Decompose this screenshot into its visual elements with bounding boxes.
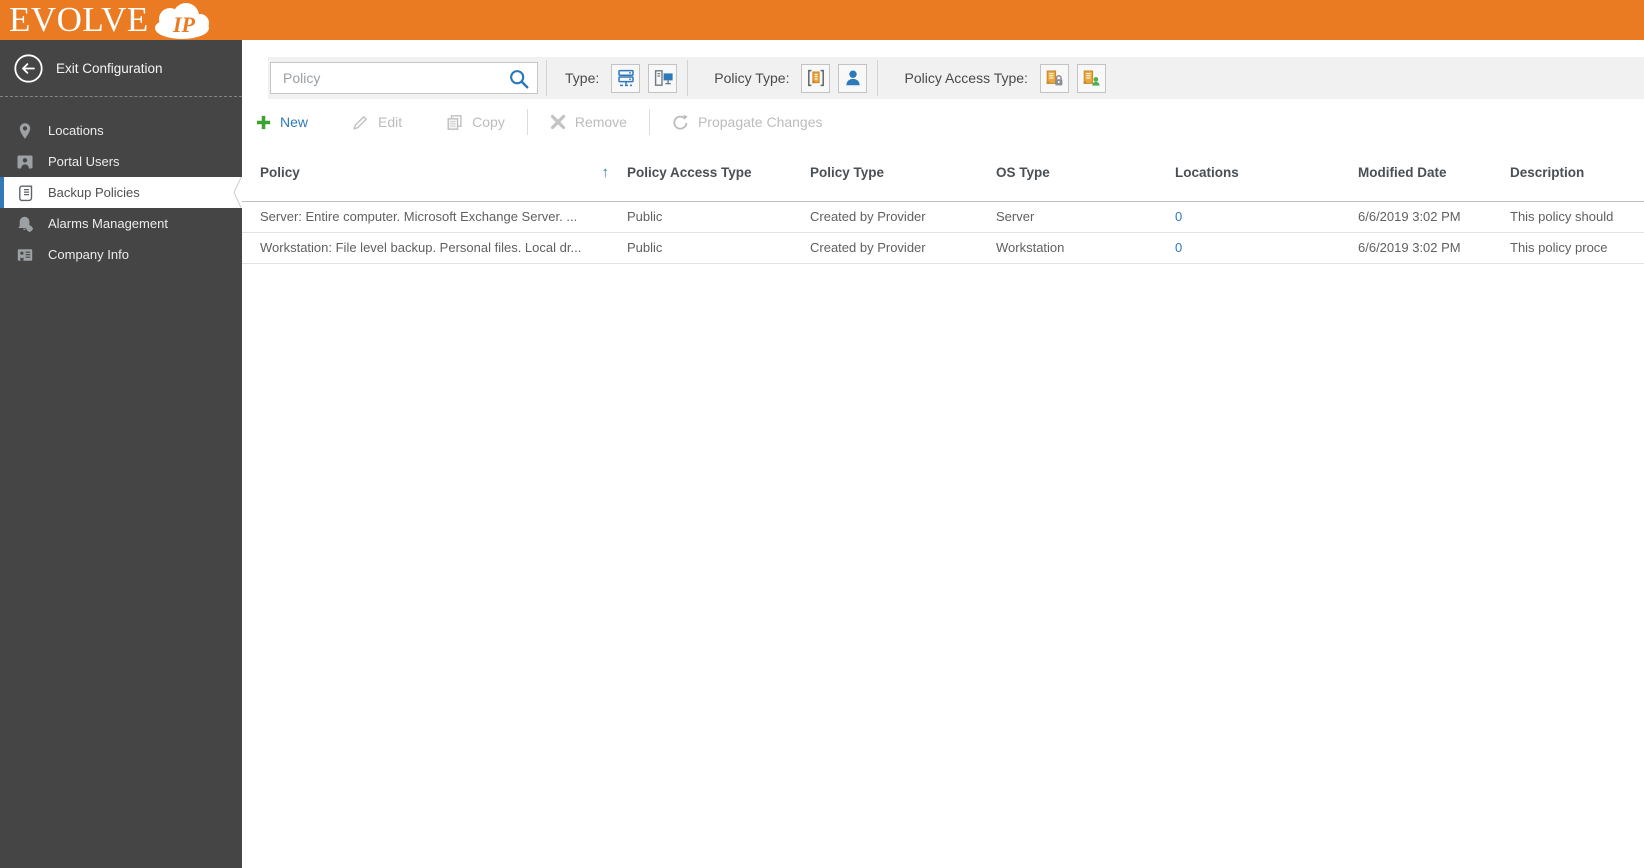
toolbar-divider — [648, 109, 650, 135]
locations-cell: 0 — [1175, 201, 1358, 233]
column-header-label: Policy Type — [810, 165, 885, 181]
cloud-ip-icon: IP — [154, 3, 209, 39]
column-header-label: Modified Date — [1358, 165, 1447, 181]
filter-group-policy-access-type: Policy Access Type: — [904, 63, 1106, 93]
policy-type-cell: Created by Provider — [810, 201, 996, 233]
sidebar-item-label: Locations — [48, 123, 104, 138]
locations-count-link[interactable]: 0 — [1175, 240, 1182, 255]
policy-type-cell: Created by Provider — [810, 232, 996, 264]
policy-type-filter-label: Policy Type: — [714, 70, 790, 86]
search-input[interactable] — [271, 63, 537, 93]
propagate-changes-button-label: Propagate Changes — [697, 114, 823, 130]
modified-date-cell: 6/6/2019 3:02 PM — [1358, 201, 1510, 233]
description-cell: This policy should — [1510, 201, 1644, 233]
policy-access-type-filter-label: Policy Access Type: — [904, 70, 1028, 86]
location-pin-icon — [16, 122, 34, 140]
modified-date-cell: 6/6/2019 3:02 PM — [1358, 232, 1510, 264]
filter-group-policy-type: Policy Type: — [714, 63, 868, 93]
copy-button-label: Copy — [472, 114, 505, 130]
sidebar-item-locations[interactable]: Locations — [0, 115, 242, 146]
sidebar-item-portal-users[interactable]: Portal Users — [0, 146, 242, 177]
refresh-icon — [673, 114, 688, 130]
policy-access-type-cell: Public — [627, 201, 810, 233]
x-icon — [550, 114, 565, 130]
column-header-locations[interactable]: Locations — [1175, 145, 1358, 202]
sidebar-item-label: Portal Users — [48, 154, 120, 169]
filter-bar: Type: — [268, 57, 1644, 99]
workstation-type-icon[interactable] — [648, 63, 678, 93]
svg-text:IP: IP — [172, 12, 196, 37]
actions-toolbar: New Edit Copy Remove Propagate Changes — [242, 99, 1644, 145]
sidebar-nav: Locations Portal Users Backup Policies A… — [0, 97, 242, 270]
table-header-row: Policy ↑ Policy Access Type Policy Type … — [242, 145, 1644, 202]
plus-icon — [256, 115, 271, 129]
column-header-label: Locations — [1175, 165, 1239, 181]
edit-button[interactable]: Edit — [344, 110, 410, 135]
column-header-os-type[interactable]: OS Type — [996, 145, 1175, 202]
sidebar-item-alarms-management[interactable]: Alarms Management — [0, 208, 242, 239]
evolve-ip-logo: EVOLVE IP — [9, 0, 215, 41]
policy-scroll-icon — [16, 184, 34, 202]
search-icon[interactable] — [507, 67, 531, 91]
new-button[interactable]: New — [248, 110, 316, 134]
private-policy-lock-icon[interactable] — [1039, 63, 1069, 93]
sidebar-item-company-info[interactable]: Company Info — [0, 239, 242, 270]
sidebar-item-label: Alarms Management — [48, 216, 168, 231]
column-header-description[interactable]: Description — [1510, 145, 1644, 202]
new-button-label: New — [280, 114, 309, 130]
exit-configuration-button[interactable]: Exit Configuration — [0, 40, 242, 97]
type-filter-label: Type: — [565, 70, 600, 86]
sidebar: Exit Configuration Locations Portal User… — [0, 40, 242, 868]
alarm-bell-gear-icon — [16, 215, 34, 233]
locations-count-link[interactable]: 0 — [1175, 209, 1182, 224]
table-row[interactable]: Server: Entire computer. Microsoft Excha… — [242, 201, 1644, 233]
remove-button[interactable]: Remove — [542, 110, 635, 134]
provider-policy-icon[interactable] — [801, 63, 831, 93]
os-type-cell: Workstation — [996, 232, 1175, 264]
portal-user-icon — [16, 153, 34, 171]
locations-cell: 0 — [1175, 232, 1358, 264]
copy-button[interactable]: Copy — [438, 110, 513, 135]
policy-cell: Server: Entire computer. Microsoft Excha… — [242, 201, 627, 233]
back-arrow-circle-icon — [14, 53, 43, 83]
column-header-label: Policy Access Type — [627, 165, 752, 181]
company-info-icon — [16, 246, 34, 264]
propagate-changes-button[interactable]: Propagate Changes — [664, 110, 831, 135]
top-brand-bar: EVOLVE IP — [0, 0, 1644, 40]
server-type-icon[interactable] — [611, 63, 641, 93]
table-row[interactable]: Workstation: File level backup. Personal… — [242, 232, 1644, 264]
pencil-icon — [353, 115, 368, 130]
column-header-policy-access-type[interactable]: Policy Access Type — [627, 145, 810, 202]
remove-button-label: Remove — [574, 114, 627, 130]
edit-button-label: Edit — [378, 114, 403, 130]
exit-configuration-label: Exit Configuration — [56, 60, 163, 76]
policy-access-type-cell: Public — [627, 232, 810, 264]
sidebar-item-backup-policies[interactable]: Backup Policies — [0, 177, 242, 208]
column-header-policy[interactable]: Policy ↑ — [242, 145, 627, 202]
column-header-label: OS Type — [996, 165, 1050, 181]
copy-icon — [447, 114, 462, 130]
column-header-modified-date[interactable]: Modified Date — [1358, 145, 1510, 202]
selected-item-notch — [233, 177, 242, 208]
filter-divider — [687, 60, 689, 96]
filter-divider — [877, 60, 879, 96]
column-header-label: Description — [1510, 165, 1585, 181]
column-header-policy-type[interactable]: Policy Type — [810, 145, 996, 202]
main-content: Type: — [242, 40, 1644, 868]
toolbar-divider — [526, 109, 528, 135]
description-cell: This policy proce — [1510, 232, 1644, 264]
policy-search-box — [270, 62, 538, 94]
sort-ascending-icon: ↑ — [601, 164, 610, 182]
policies-table: Policy ↑ Policy Access Type Policy Type … — [242, 145, 1644, 264]
public-policy-person-icon[interactable] — [1076, 63, 1106, 93]
user-policy-icon[interactable] — [838, 63, 868, 93]
filter-group-type: Type: — [565, 63, 678, 93]
policy-cell: Workstation: File level backup. Personal… — [242, 232, 627, 264]
column-header-label: Policy — [260, 165, 300, 181]
logo-text: EVOLVE — [9, 0, 149, 39]
os-type-cell: Server — [996, 201, 1175, 233]
sidebar-item-label: Backup Policies — [48, 185, 140, 200]
sidebar-item-label: Company Info — [48, 247, 129, 262]
filter-divider — [546, 60, 547, 96]
